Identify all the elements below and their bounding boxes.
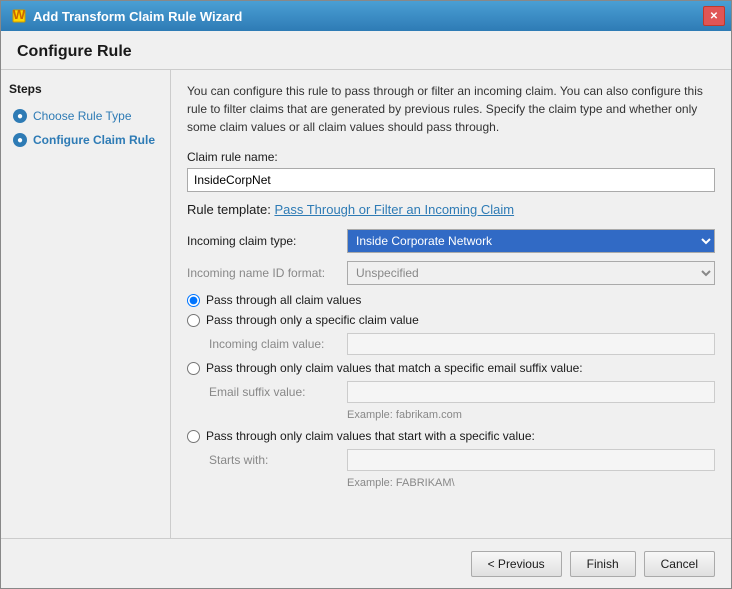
radio-pass-all-label[interactable]: Pass through all claim values: [206, 293, 361, 307]
form-area: You can configure this rule to pass thro…: [171, 70, 731, 538]
cancel-button[interactable]: Cancel: [644, 551, 715, 577]
main-window: W Add Transform Claim Rule Wizard ✕ Conf…: [0, 0, 732, 589]
radio-pass-starts-with: Pass through only claim values that star…: [187, 429, 715, 443]
starts-with-input[interactable]: [347, 449, 715, 471]
sidebar-item-choose-rule-type[interactable]: ● Choose Rule Type: [9, 106, 162, 126]
radio-pass-starts-with-input[interactable]: [187, 430, 200, 443]
sidebar-item-label-1: Choose Rule Type: [33, 109, 132, 123]
incoming-claim-type-label: Incoming claim type:: [187, 234, 347, 248]
close-button[interactable]: ✕: [703, 6, 725, 26]
step-dot-2: ●: [13, 133, 27, 147]
sidebar-item-label-2: Configure Claim Rule: [33, 133, 155, 147]
claim-rule-name-group: Claim rule name:: [187, 150, 715, 192]
radio-pass-email-suffix-label[interactable]: Pass through only claim values that matc…: [206, 361, 583, 375]
finish-button[interactable]: Finish: [570, 551, 636, 577]
radio-pass-specific: Pass through only a specific claim value: [187, 313, 715, 327]
steps-label: Steps: [9, 82, 162, 96]
starts-with-example: Example: FABRIKAM\: [209, 477, 715, 489]
email-example: Example: fabrikam.com: [209, 409, 715, 421]
radio-pass-email-suffix-input[interactable]: [187, 362, 200, 375]
main-content: Configure Rule Steps ● Choose Rule Type …: [1, 31, 731, 538]
page-title: Configure Rule: [1, 31, 731, 70]
radio-pass-starts-with-label[interactable]: Pass through only claim values that star…: [206, 429, 535, 443]
email-suffix-row: Email suffix value:: [209, 381, 715, 403]
starts-with-row: Starts with:: [209, 449, 715, 471]
incoming-name-id-format-row: Incoming name ID format: Unspecified: [187, 261, 715, 285]
svg-text:W: W: [13, 9, 26, 22]
incoming-name-id-format-select[interactable]: Unspecified: [347, 261, 715, 285]
body-area: Steps ● Choose Rule Type ● Configure Cla…: [1, 70, 731, 538]
claim-rule-name-label: Claim rule name:: [187, 150, 715, 164]
email-suffix-input[interactable]: [347, 381, 715, 403]
step-dot-1: ●: [13, 109, 27, 123]
title-bar-controls: ✕: [703, 6, 725, 26]
radio-pass-email-suffix: Pass through only claim values that matc…: [187, 361, 715, 375]
sidebar-item-configure-claim-rule[interactable]: ● Configure Claim Rule: [9, 130, 162, 150]
radio-pass-all-input[interactable]: [187, 294, 200, 307]
claim-rule-name-input[interactable]: [187, 168, 715, 192]
footer: < Previous Finish Cancel: [1, 538, 731, 588]
starts-with-label: Starts with:: [209, 453, 347, 467]
radio-pass-specific-input[interactable]: [187, 314, 200, 327]
email-suffix-label: Email suffix value:: [209, 385, 347, 399]
rule-template-prefix: Rule template:: [187, 202, 274, 217]
incoming-name-id-format-label: Incoming name ID format:: [187, 266, 347, 280]
title-bar: W Add Transform Claim Rule Wizard ✕: [1, 1, 731, 31]
radio-pass-specific-label[interactable]: Pass through only a specific claim value: [206, 313, 419, 327]
radio-group: Pass through all claim values Pass throu…: [187, 293, 715, 489]
incoming-claim-type-row: Incoming claim type: Inside Corporate Ne…: [187, 229, 715, 253]
incoming-claim-value-input[interactable]: [347, 333, 715, 355]
window-title: Add Transform Claim Rule Wizard: [33, 9, 242, 24]
radio-pass-all: Pass through all claim values: [187, 293, 715, 307]
incoming-claim-value-label: Incoming claim value:: [209, 337, 347, 351]
incoming-claim-value-row: Incoming claim value:: [209, 333, 715, 355]
sidebar: Steps ● Choose Rule Type ● Configure Cla…: [1, 70, 171, 538]
description-text: You can configure this rule to pass thro…: [187, 82, 715, 136]
rule-template-link[interactable]: Pass Through or Filter an Incoming Claim: [274, 202, 514, 217]
window-icon: W: [11, 8, 27, 24]
previous-button[interactable]: < Previous: [471, 551, 562, 577]
incoming-claim-type-select[interactable]: Inside Corporate Network: [347, 229, 715, 253]
rule-template: Rule template: Pass Through or Filter an…: [187, 202, 715, 217]
title-bar-left: W Add Transform Claim Rule Wizard: [11, 8, 242, 24]
